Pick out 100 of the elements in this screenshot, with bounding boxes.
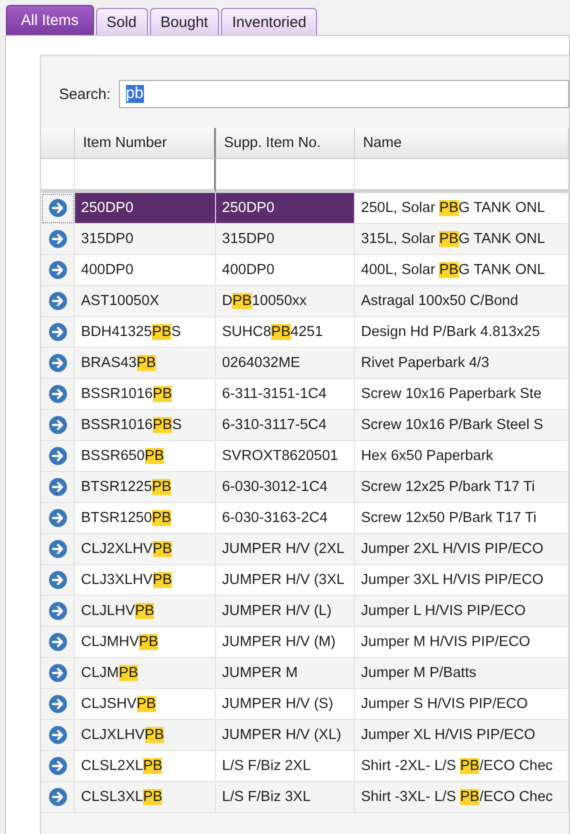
- table-cell: CLJ3XLHVPB: [75, 565, 216, 596]
- table-cell: SVROXT8620501: [216, 441, 355, 472]
- tab[interactable]: Sold: [96, 8, 148, 35]
- table-cell: CLJSHVPB: [75, 689, 216, 720]
- table-cell: 6-310-3117-5C4: [216, 410, 355, 441]
- table-cell: BSSR1016PBS: [75, 410, 216, 441]
- arrow-right-icon: [48, 539, 68, 559]
- table-cell: 315DP0: [75, 224, 216, 255]
- table-cell: 6-030-3163-2C4: [216, 503, 355, 534]
- row-indicator[interactable]: [41, 689, 75, 720]
- table-cell: Jumper 2XL H/VIS PIP/ECO: [355, 534, 569, 565]
- table-cell: Screw 10x16 P/Bark Steel S: [355, 410, 569, 441]
- tab[interactable]: Inventoried: [221, 8, 318, 35]
- filter-field[interactable]: [75, 159, 216, 193]
- column-header[interactable]: Supp. Item No.: [216, 128, 355, 159]
- table-cell: L/S F/Biz 2XL: [216, 751, 355, 782]
- table-cell: 250DP0: [75, 193, 216, 224]
- table-cell: L/S F/Biz 3XL: [216, 782, 355, 813]
- row-indicator[interactable]: [41, 565, 75, 596]
- table-cell: CLJXLHVPB: [75, 720, 216, 751]
- row-indicator[interactable]: [41, 658, 75, 689]
- table-cell: Screw 10x16 Paperbark Ste: [355, 379, 569, 410]
- arrow-right-icon: [48, 756, 68, 776]
- arrow-right-icon: [48, 725, 68, 745]
- table-cell: BTSR1250PB: [75, 503, 216, 534]
- row-indicator[interactable]: [41, 503, 75, 534]
- row-indicator[interactable]: [41, 720, 75, 751]
- table-cell: Screw 12x25 P/bark T17 Ti: [355, 472, 569, 503]
- row-indicator[interactable]: [41, 348, 75, 379]
- row-indicator[interactable]: [41, 379, 75, 410]
- table-cell: 400DP0: [75, 255, 216, 286]
- table-cell: CLJ2XLHVPB: [75, 534, 216, 565]
- row-indicator[interactable]: [41, 627, 75, 658]
- arrow-right-icon: [48, 477, 68, 497]
- table-cell: Rivet Paperbark 4/3: [355, 348, 569, 379]
- table-cell: 400DP0: [216, 255, 355, 286]
- table-cell: 250L, Solar PBG TANK ONL: [355, 193, 569, 224]
- table-cell: 6-311-3151-1C4: [216, 379, 355, 410]
- arrow-right-icon: [48, 632, 68, 652]
- table-cell: Screw 12x50 P/Bark T17 Ti: [355, 503, 569, 534]
- table-cell: CLJLHVPB: [75, 596, 216, 627]
- arrow-right-icon: [48, 508, 68, 528]
- table-cell: Jumper 3XL H/VIS PIP/ECO: [355, 565, 569, 596]
- table-cell: JUMPER M: [216, 658, 355, 689]
- row-indicator[interactable]: [41, 317, 75, 348]
- arrow-right-icon: [48, 353, 68, 373]
- table-cell: 315DP0: [216, 224, 355, 255]
- table-cell: Jumper M H/VIS PIP/ECO: [355, 627, 569, 658]
- table-cell: CLJMHVPB: [75, 627, 216, 658]
- table-cell: Shirt -2XL- L/S PB/ECO Chec: [355, 751, 569, 782]
- column-header[interactable]: Name: [355, 128, 569, 159]
- arrow-right-icon: [48, 291, 68, 311]
- tab[interactable]: All Items: [6, 5, 94, 35]
- table-cell: Jumper M P/Batts: [355, 658, 569, 689]
- table-cell: AST10050X: [75, 286, 216, 317]
- arrow-right-icon: [48, 198, 68, 218]
- row-indicator[interactable]: [41, 534, 75, 565]
- row-indicator[interactable]: [41, 472, 75, 503]
- table-cell: Jumper L H/VIS PIP/ECO: [355, 596, 569, 627]
- arrow-right-icon: [48, 384, 68, 404]
- table-cell: BDH41325PBS: [75, 317, 216, 348]
- table-cell: 315L, Solar PBG TANK ONL: [355, 224, 569, 255]
- row-indicator[interactable]: [41, 286, 75, 317]
- arrow-right-icon: [48, 787, 68, 807]
- row-indicator[interactable]: [41, 441, 75, 472]
- row-indicator[interactable]: [41, 224, 75, 255]
- table-cell: BSSR650PB: [75, 441, 216, 472]
- table-cell: 400L, Solar PBG TANK ONL: [355, 255, 569, 286]
- table-cell: JUMPER H/V (3XL: [216, 565, 355, 596]
- table-cell: Shirt -3XL- L/S PB/ECO Chec: [355, 782, 569, 813]
- table-cell: CLJMPB: [75, 658, 216, 689]
- row-indicator[interactable]: [41, 410, 75, 441]
- row-indicator[interactable]: [41, 255, 75, 286]
- search-field[interactable]: pb: [118, 80, 569, 108]
- row-indicator[interactable]: [41, 782, 75, 813]
- table-cell: Design Hd P/Bark 4.813x25: [355, 317, 569, 348]
- table-cell: JUMPER H/V (L): [216, 596, 355, 627]
- table-cell: JUMPER H/V (S): [216, 689, 355, 720]
- row-indicator[interactable]: [41, 596, 75, 627]
- arrow-right-icon: [48, 694, 68, 714]
- row-indicator[interactable]: [41, 193, 75, 224]
- arrow-right-icon: [48, 322, 68, 342]
- table-cell: BSSR1016PB: [75, 379, 216, 410]
- arrow-right-icon: [48, 229, 68, 249]
- table-cell: Jumper XL H/VIS PIP/ECO: [355, 720, 569, 751]
- column-header[interactable]: Item Number: [75, 128, 216, 159]
- table-cell: 250DP0: [216, 193, 355, 224]
- table-cell: BRAS43PB: [75, 348, 216, 379]
- table-cell: JUMPER H/V (2XL: [216, 534, 355, 565]
- table-cell: BTSR1225PB: [75, 472, 216, 503]
- table-cell: Astragal 100x50 C/Bond: [355, 286, 569, 317]
- table-cell: Hex 6x50 Paperbark: [355, 441, 569, 472]
- table-cell: CLSL3XLPB: [75, 782, 216, 813]
- row-indicator[interactable]: [41, 751, 75, 782]
- arrow-right-icon: [48, 415, 68, 435]
- table-cell: JUMPER H/V (M): [216, 627, 355, 658]
- arrow-right-icon: [48, 570, 68, 590]
- arrow-right-icon: [48, 663, 68, 683]
- tab[interactable]: Bought: [150, 8, 220, 35]
- table-cell: 6-030-3012-1C4: [216, 472, 355, 503]
